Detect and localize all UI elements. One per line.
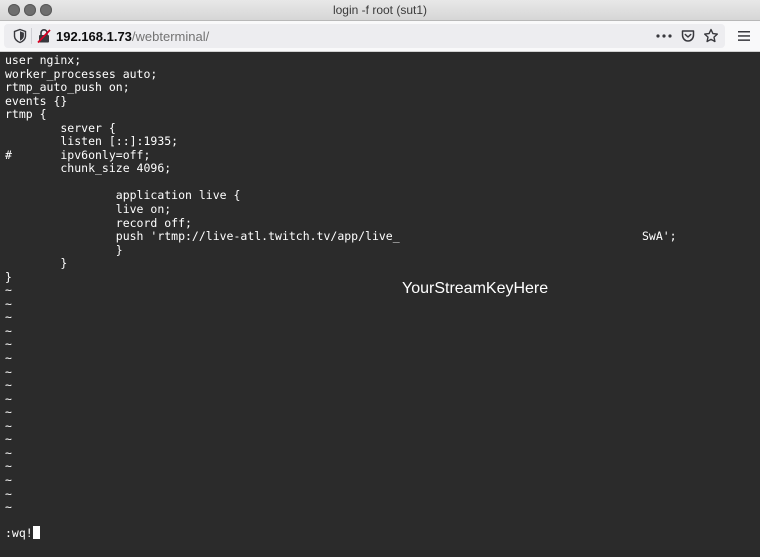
- url-host: 192.168.1.73: [56, 29, 132, 44]
- terminal-line: rtmp {: [5, 107, 47, 122]
- url-path: /webterminal/: [131, 29, 210, 44]
- vim-command-text: :wq!: [5, 526, 33, 540]
- terminal-line: rtmp_auto_push on;: [5, 80, 130, 95]
- empty-line-tilde: ~: [5, 405, 12, 420]
- address-bar[interactable]: 192.168.1.73/webterminal/: [4, 24, 725, 48]
- window-title: login -f root (sut1): [332, 3, 428, 17]
- terminal-line: chunk_size 4096;: [5, 161, 172, 176]
- terminal-line: listen [::]:1935;: [5, 134, 179, 149]
- terminal-line: push 'rtmp://live-atl.twitch.tv/app/live…: [5, 229, 677, 244]
- terminal-cursor: [32, 526, 40, 539]
- browser-toolbar: 192.168.1.73/webterminal/: [0, 21, 760, 52]
- shield-icon[interactable]: [12, 28, 28, 44]
- terminal-line: worker_processes auto;: [5, 66, 158, 81]
- terminal-line: live on;: [5, 202, 172, 217]
- star-icon[interactable]: [703, 28, 719, 44]
- pocket-icon[interactable]: [680, 28, 696, 44]
- empty-line-tilde: ~: [5, 445, 12, 460]
- terminal-line: record off;: [5, 215, 192, 230]
- title-bar: login -f root (sut1): [0, 0, 760, 21]
- browser-window: login -f root (sut1) 192.168.1.73/webter…: [0, 0, 760, 557]
- more-icon[interactable]: [654, 28, 674, 44]
- vim-command-line[interactable]: :wq!: [5, 526, 40, 540]
- terminal-line: # ipv6only=off;: [5, 147, 151, 162]
- empty-line-tilde: ~: [5, 323, 12, 338]
- terminal-line: user nginx;: [5, 53, 82, 67]
- url-text[interactable]: 192.168.1.73/webterminal/: [56, 29, 209, 44]
- terminal-screen[interactable]: user nginx; worker_processes auto; rtmp_au…: [0, 52, 760, 557]
- empty-line-tilde: ~: [5, 418, 12, 433]
- terminal-line: }: [5, 242, 123, 257]
- insecure-lock-icon[interactable]: [36, 28, 52, 44]
- terminal-line: events {}: [5, 93, 68, 108]
- empty-line-tilde: ~: [5, 432, 12, 447]
- empty-line-tilde: ~: [5, 486, 12, 501]
- empty-line-tilde: ~: [5, 459, 12, 474]
- empty-line-tilde: ~: [5, 337, 12, 352]
- terminal-line: application live {: [5, 188, 241, 203]
- empty-line-tilde: ~: [5, 391, 12, 406]
- empty-line-tilde: ~: [5, 351, 12, 366]
- empty-line-tilde: ~: [5, 378, 12, 393]
- empty-line-tilde: ~: [5, 310, 12, 325]
- empty-line-tilde: ~: [5, 500, 12, 515]
- empty-line-tilde: ~: [5, 472, 12, 487]
- menu-icon[interactable]: [735, 28, 753, 44]
- stream-key-overlay: YourStreamKeyHere: [402, 280, 549, 297]
- address-bar-separator: [31, 28, 32, 44]
- terminal-line: }: [5, 256, 68, 271]
- terminal-line: server {: [5, 120, 116, 135]
- empty-line-tilde: ~: [5, 364, 12, 379]
